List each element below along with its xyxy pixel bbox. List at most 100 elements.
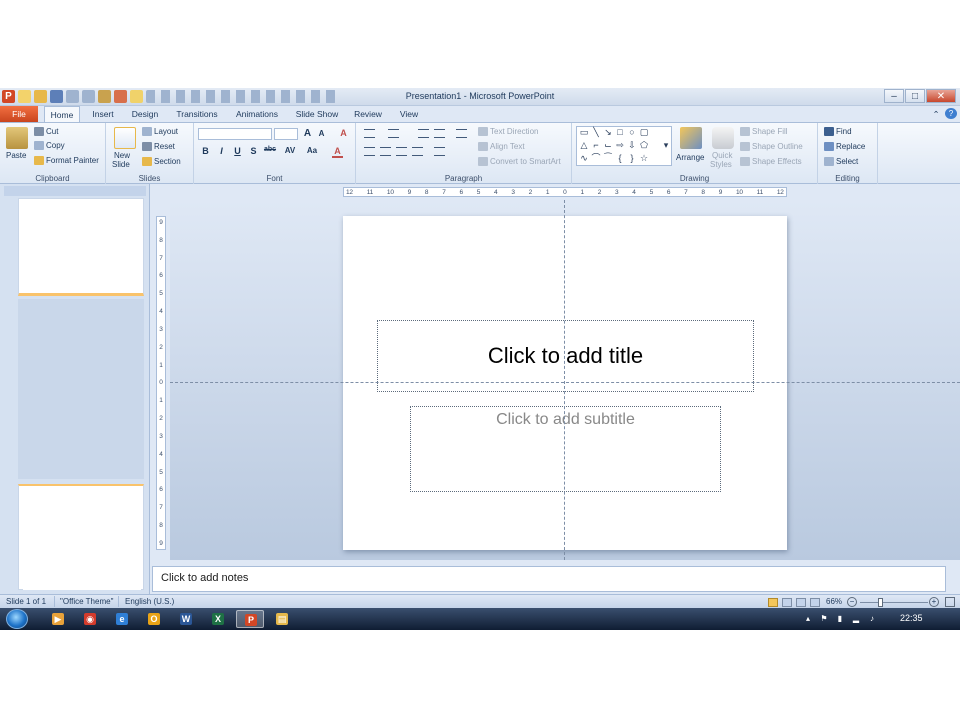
section-button[interactable]: Section: [142, 157, 181, 166]
help-icon[interactable]: ?: [945, 108, 957, 119]
quick-styles-line1[interactable]: Quick: [712, 151, 732, 160]
tab-review[interactable]: Review: [350, 106, 386, 122]
right-arrow-shape-icon[interactable]: ⇨: [615, 141, 625, 150]
horizontal-ruler[interactable]: 12 11 10 9 8 7 6 5 4 3 2 1 0 1 2 3 4 5 6 7 8 9 10 11 12: [343, 187, 787, 197]
underline-button[interactable]: U: [232, 146, 243, 156]
zoom-slider[interactable]: [860, 602, 928, 603]
zoom-out-icon[interactable]: −: [847, 597, 857, 607]
align-left-icon[interactable]: [364, 147, 375, 156]
font-color-button[interactable]: A: [332, 146, 343, 158]
close-button[interactable]: ✕: [926, 89, 956, 103]
subtitle-placeholder[interactable]: Click to add subtitle: [410, 406, 721, 492]
copy-button[interactable]: Copy: [34, 141, 65, 150]
align-right-icon[interactable]: [396, 147, 407, 156]
gallery-more-icon[interactable]: ▾: [661, 141, 671, 150]
connector-shape-icon[interactable]: ⌙: [603, 141, 613, 150]
shapes-gallery[interactable]: ▭ ╲ ↘ □ ○ ▢ △ ⌐ ⌙ ⇨ ⇩ ⬠ ∿ ⌒ ⁀ { } ☆ ▾: [576, 126, 672, 166]
elbow-shape-icon[interactable]: ⌐: [591, 141, 601, 150]
language[interactable]: English (U.S.): [125, 597, 174, 606]
numbering-icon[interactable]: [388, 129, 399, 138]
arrange-icon[interactable]: [680, 127, 702, 149]
quick-styles-icon[interactable]: [712, 127, 734, 149]
bold-button[interactable]: B: [200, 146, 211, 156]
character-spacing-button[interactable]: AV: [282, 146, 298, 155]
line-spacing-icon[interactable]: [456, 129, 467, 138]
taskbar-outlook-button[interactable]: O: [140, 610, 168, 628]
format-painter-button[interactable]: Format Painter: [34, 156, 99, 165]
bend-shape-icon[interactable]: ⌒: [591, 154, 601, 163]
taskbar-explorer-button[interactable]: ▤: [268, 610, 296, 628]
theme-name[interactable]: "Office Theme": [60, 597, 113, 606]
slide-show-icon[interactable]: [810, 598, 820, 607]
slide-thumbnail-1[interactable]: [18, 198, 144, 296]
strikethrough-button[interactable]: abc: [262, 146, 278, 153]
down-arrow-shape-icon[interactable]: ⇩: [627, 141, 637, 150]
horizontal-guide[interactable]: [170, 382, 960, 383]
paste-button[interactable]: Paste: [6, 151, 26, 160]
clear-formatting-button[interactable]: A: [338, 128, 349, 138]
normal-view-icon[interactable]: [768, 598, 778, 607]
replace-button[interactable]: Replace: [824, 142, 865, 151]
new-slide-icon[interactable]: [114, 127, 136, 149]
slide-thumbnail-2[interactable]: [18, 484, 144, 590]
start-button[interactable]: [6, 609, 28, 629]
new-slide-line1[interactable]: New: [114, 151, 130, 160]
taskbar-internet-explorer-button[interactable]: e: [108, 610, 136, 628]
zoom-slider-handle[interactable]: [878, 598, 883, 607]
fit-to-window-icon[interactable]: [945, 597, 955, 607]
tab-design[interactable]: Design: [128, 106, 162, 122]
slide-sorter-icon[interactable]: [782, 598, 792, 607]
columns-icon[interactable]: [434, 147, 445, 156]
layout-button[interactable]: Layout: [142, 127, 178, 136]
vertical-ruler[interactable]: 9 8 7 6 5 4 3 2 1 0 1 2 3 4 5 6 7 8 9: [156, 216, 166, 550]
minimize-button[interactable]: –: [884, 89, 904, 103]
grow-font-button[interactable]: A: [302, 128, 313, 139]
taskbar-powerpoint-button[interactable]: P: [236, 610, 264, 628]
zoom-in-icon[interactable]: +: [929, 597, 939, 607]
tab-transitions[interactable]: Transitions: [170, 106, 224, 122]
notes-pane[interactable]: Click to add notes: [152, 566, 946, 592]
show-hidden-icons-icon[interactable]: ▴: [804, 614, 812, 623]
bullets-icon[interactable]: [364, 129, 375, 138]
quick-styles-line2[interactable]: Styles: [710, 160, 732, 169]
tab-view[interactable]: View: [394, 106, 424, 122]
text-direction-button[interactable]: Text Direction: [478, 127, 538, 136]
maximize-button[interactable]: □: [905, 89, 925, 103]
oval-shape-icon[interactable]: ○: [627, 128, 637, 137]
paste-icon[interactable]: [6, 127, 28, 149]
vertical-guide[interactable]: [564, 200, 565, 560]
align-center-icon[interactable]: [380, 147, 391, 156]
curve-shape-icon[interactable]: ∿: [579, 154, 589, 163]
ribbon-collapse-icon[interactable]: ⌃: [930, 106, 942, 122]
increase-indent-icon[interactable]: [434, 129, 445, 138]
shape-outline-button[interactable]: Shape Outline: [740, 142, 803, 151]
tab-file[interactable]: File: [0, 106, 38, 122]
shrink-font-button[interactable]: A: [316, 129, 327, 138]
slide-canvas[interactable]: Click to add title Click to add subtitle: [343, 216, 787, 550]
decrease-indent-icon[interactable]: [418, 129, 429, 138]
slides-outline-tabs[interactable]: [4, 186, 146, 196]
volume-icon[interactable]: ♪: [868, 614, 876, 623]
new-slide-line2[interactable]: Slide: [112, 160, 130, 169]
reset-button[interactable]: Reset: [142, 142, 175, 151]
network-signal-icon[interactable]: ▂: [852, 614, 860, 623]
tab-animations[interactable]: Animations: [230, 106, 284, 122]
taskbar-media-player-button[interactable]: ▶: [44, 610, 72, 628]
select-button[interactable]: Select: [824, 157, 858, 166]
text-shadow-button[interactable]: S: [248, 146, 259, 156]
arrange-button[interactable]: Arrange: [676, 153, 704, 162]
action-center-flag-icon[interactable]: ⚑: [820, 614, 828, 623]
taskbar-clock[interactable]: 22:35: [900, 613, 923, 623]
justify-icon[interactable]: [412, 147, 423, 156]
shape-effects-button[interactable]: Shape Effects: [740, 157, 802, 166]
line-shape-icon[interactable]: ╲: [591, 128, 601, 137]
pentagon-shape-icon[interactable]: ⬠: [639, 141, 649, 150]
align-text-button[interactable]: Align Text: [478, 142, 525, 151]
shape-fill-button[interactable]: Shape Fill: [740, 127, 788, 136]
rounded-rect-shape-icon[interactable]: ▢: [639, 128, 649, 137]
triangle-shape-icon[interactable]: △: [579, 141, 589, 150]
font-size-field[interactable]: [274, 128, 298, 140]
taskbar-chrome-button[interactable]: ◉: [76, 610, 104, 628]
right-brace-shape-icon[interactable]: }: [627, 154, 637, 163]
power-icon[interactable]: ▮: [836, 614, 844, 623]
